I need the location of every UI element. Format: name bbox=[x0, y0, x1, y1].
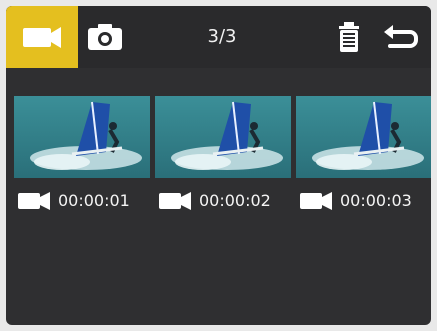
video-camera-icon bbox=[23, 27, 61, 48]
video-thumbnail[interactable] bbox=[14, 96, 150, 178]
windsurfer-thumbnail-image bbox=[14, 96, 150, 178]
video-duration: 00:00:03 bbox=[340, 191, 412, 210]
file-counter: 3/3 bbox=[207, 26, 237, 47]
top-toolbar: 3/3 bbox=[6, 6, 431, 68]
back-button[interactable] bbox=[380, 20, 420, 56]
video-mode-tab[interactable] bbox=[6, 6, 78, 68]
thumbnail-caption: 00:00:03 bbox=[296, 189, 431, 213]
trash-icon bbox=[339, 22, 359, 52]
camera-icon bbox=[88, 24, 122, 50]
camera-playback-screen: 3/3 00:00:01 00:00:02 00:00:03 bbox=[6, 6, 431, 325]
video-duration: 00:00:01 bbox=[58, 191, 130, 210]
windsurfer-thumbnail-image bbox=[155, 96, 291, 178]
video-thumbnail[interactable] bbox=[296, 96, 431, 178]
windsurfer-thumbnail-image bbox=[296, 96, 431, 178]
delete-button[interactable] bbox=[334, 20, 364, 56]
video-camera-icon bbox=[18, 192, 50, 210]
thumbnail-caption: 00:00:01 bbox=[14, 189, 154, 213]
photo-mode-tab[interactable] bbox=[84, 16, 126, 58]
return-arrow-icon bbox=[384, 25, 418, 48]
video-camera-icon bbox=[159, 192, 191, 210]
video-camera-icon bbox=[300, 192, 332, 210]
video-thumbnail-grid: 00:00:01 00:00:02 00:00:03 bbox=[14, 96, 431, 216]
video-duration: 00:00:02 bbox=[199, 191, 271, 210]
thumbnail-caption: 00:00:02 bbox=[155, 189, 295, 213]
video-thumbnail[interactable] bbox=[155, 96, 291, 178]
